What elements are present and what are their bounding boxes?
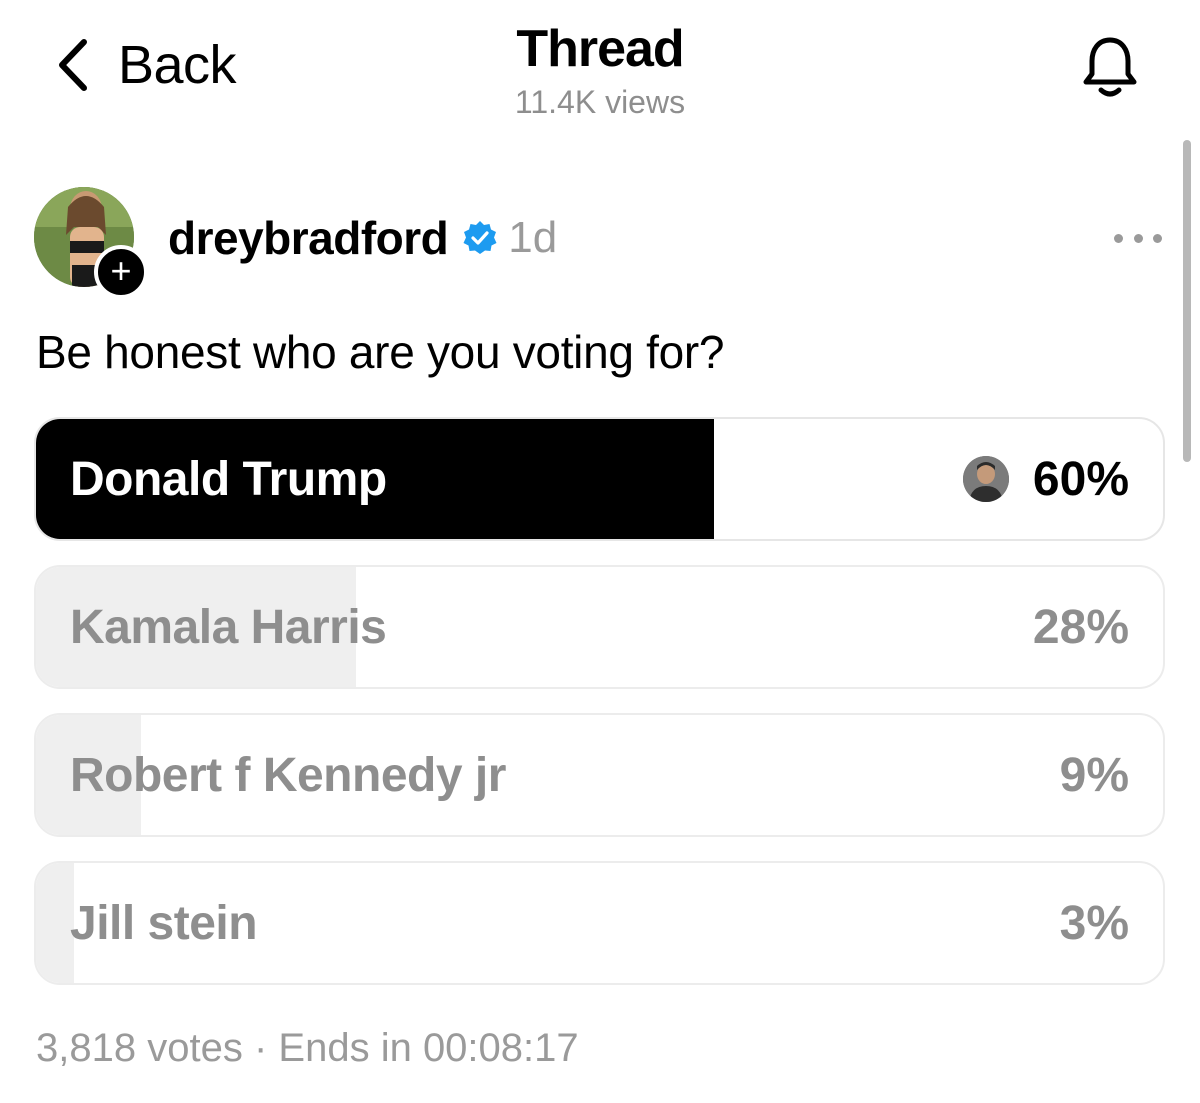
poll-option-label: Donald Trump [70,452,387,506]
more-dots-icon [1114,233,1123,243]
more-dot [1133,233,1143,243]
post-text: Be honest who are you voting for? [36,326,725,378]
thread-header: Thread 11.4K views [0,20,1200,122]
poll-option-label: Robert f Kennedy jr [70,748,506,802]
poll-option-label: Jill stein [70,896,258,950]
view-count: 11.4K views [514,84,686,120]
page-title: Thread [516,20,684,78]
more-options-button[interactable] [1114,226,1162,250]
plus-icon: + [110,249,132,291]
more-dot [1153,233,1162,243]
bell-icon [1083,37,1137,97]
poll-option-donald-trump[interactable]: Donald Trump 60% [34,417,1165,541]
poll-footer: 3,818 votes · Ends in 00:08:17 [36,1022,579,1074]
poll-time-remaining: Ends in 00:08:17 [278,1026,579,1070]
poll-option-percent: 9% [1059,748,1129,802]
author-avatar-container[interactable]: + [34,187,148,299]
follow-button[interactable]: + [94,245,148,299]
poll-result-bar [36,863,74,983]
voter-avatar [962,456,1009,502]
notifications-button[interactable] [1080,34,1140,100]
verified-badge-icon [463,221,497,254]
scrollbar[interactable] [1183,140,1191,462]
poll-option-percent: 60% [1032,452,1129,506]
poll-option-robert-f-kennedy-jr[interactable]: Robert f Kennedy jr 9% [34,713,1165,837]
author-username[interactable]: dreybradford [168,211,449,265]
post-meta: dreybradford 1d [168,208,557,268]
post-timestamp: 1d [508,213,558,262]
poll-vote-count: 3,818 votes [36,1026,243,1070]
poll-option-percent: 28% [1032,600,1129,654]
poll-option-jill-stein[interactable]: Jill stein 3% [34,861,1165,985]
poll-option-label: Kamala Harris [70,600,387,654]
poll-option-kamala-harris[interactable]: Kamala Harris 28% [34,565,1165,689]
poll-footer-separator: · [253,1026,268,1070]
poll-option-result: 60% [962,419,1129,539]
poll-option-percent: 3% [1059,896,1129,950]
